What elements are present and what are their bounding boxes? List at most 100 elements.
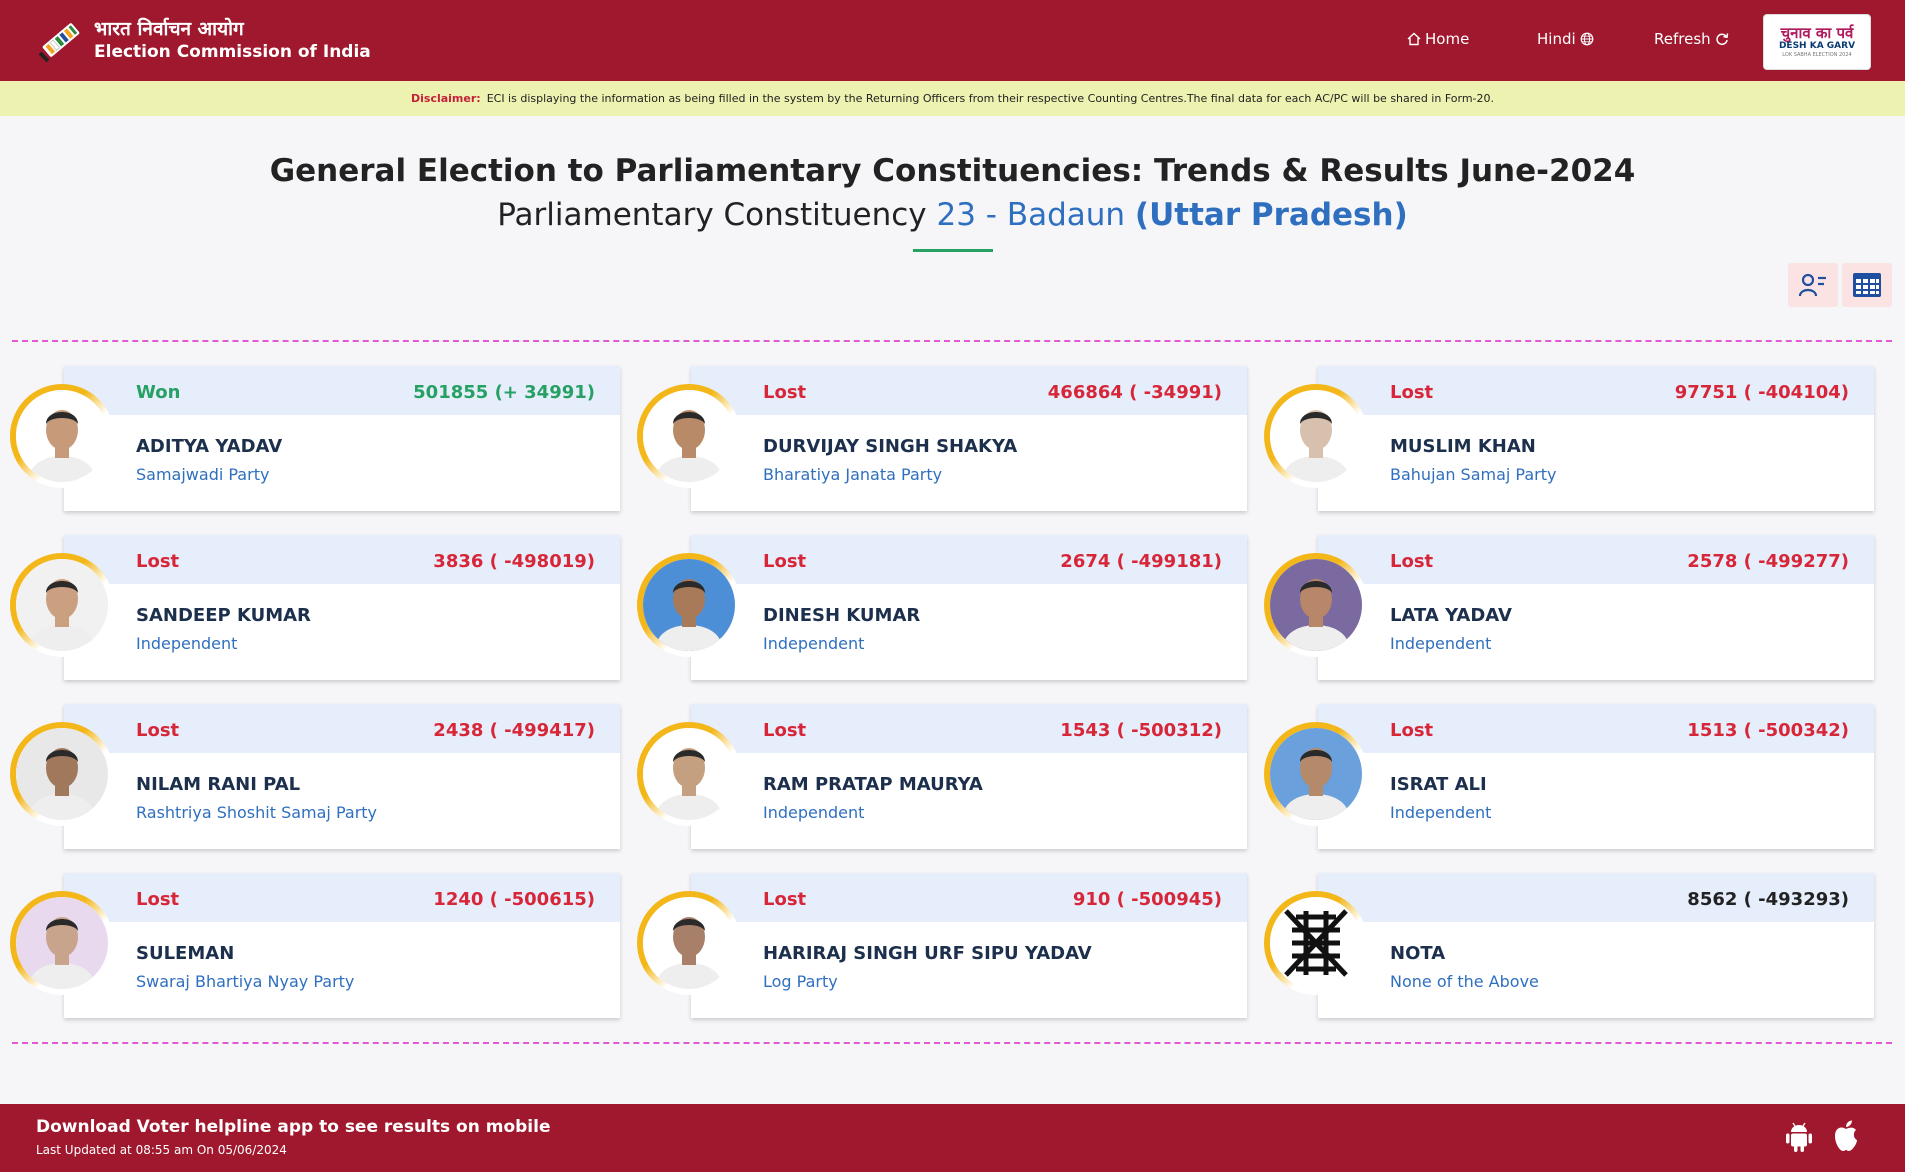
candidate-name: NILAM RANI PAL [136,774,301,795]
state-name: (Uttar Pradesh) [1134,197,1408,233]
globe-icon [1580,32,1594,46]
nota-symbol-avatar [1264,891,1368,995]
result-status: Lost [763,551,807,572]
result-status: Lost [1390,382,1434,403]
person-silhouette-icon [1270,390,1362,482]
constituency-prefix: Parliamentary Constituency [497,197,927,233]
user-list-icon [1798,273,1826,297]
party-name: Independent [763,803,865,822]
candidate-card[interactable]: Lost 1543 ( -500312) RAM PRATAP MAURYA Inde… [691,704,1247,849]
candidate-photo [10,553,114,657]
candidate-card[interactable]: Lost 910 ( -500945) HARIRAJ SINGH URF SIPU… [691,873,1247,1018]
vote-count: 501855 (+ 34991) [413,382,595,403]
eci-brand[interactable]: भारत निर्वाचन आयोग Election Commission o… [34,13,371,67]
brand-hindi-title: भारत निर्वाचन आयोग [94,18,244,40]
candidate-photo [1264,384,1368,488]
party-name: Independent [1390,803,1492,822]
party-name: Independent [1390,634,1492,653]
candidate-name: NOTA [1390,943,1446,964]
constituency-name: 23 - Badaun [936,197,1126,233]
candidate-card[interactable]: Lost 97751 ( -404104) MUSLIM KHAN Bahujan S… [1318,366,1874,511]
candidate-photo [637,384,741,488]
home-icon [1407,32,1421,46]
candidate-card[interactable]: Lost 466864 ( -34991) DURVIJAY SINGH SHAKY… [691,366,1247,511]
candidate-name: SANDEEP KUMAR [136,605,311,626]
nav-hindi-label: Hindi [1537,30,1576,48]
person-silhouette-icon [16,390,108,482]
apple-icon[interactable] [1832,1119,1860,1157]
vote-count: 8562 ( -493293) [1687,889,1849,910]
vote-count: 2578 ( -499277) [1687,551,1849,572]
bottom-divider [12,1042,1892,1044]
nav-hindi-link[interactable]: Hindi [1537,30,1594,48]
nav-refresh-label: Refresh [1654,30,1711,48]
last-updated-text: Last Updated at 08:55 am On 05/06/2024 [36,1143,287,1157]
person-silhouette-icon [643,390,735,482]
person-silhouette-icon [643,897,735,989]
result-status: Lost [1390,551,1434,572]
person-silhouette-icon [16,897,108,989]
badge-hindi-text: चुनाव का पर्व [1780,24,1854,42]
candidate-card[interactable]: Lost 2578 ( -499277) LATA YADAV Independent [1318,535,1874,680]
vote-count: 466864 ( -34991) [1047,382,1222,403]
candidate-name: DURVIJAY SINGH SHAKYA [763,436,1018,457]
candidate-card[interactable]: Lost 2674 ( -499181) DINESH KUMAR Independe… [691,535,1247,680]
nav-home-link[interactable]: Home [1407,30,1469,48]
person-silhouette-icon [16,728,108,820]
person-silhouette-icon [643,559,735,651]
candidate-card[interactable]: Lost 3836 ( -498019) SANDEEP KUMAR Independ… [64,535,620,680]
result-status: Lost [763,720,807,741]
footer: Download Voter helpline app to see resul… [0,1104,1905,1172]
title-underline [913,249,993,252]
desh-ka-garv-logo: चुनाव का पर्व DESH KA GARV LOK SABHA ELE… [1763,14,1871,70]
constituency-title: Parliamentary Constituency 23 - Badaun (… [0,197,1905,233]
badge-english-text: DESH KA GARV [1778,41,1856,51]
result-status: Lost [136,551,180,572]
party-name: Bahujan Samaj Party [1390,465,1557,484]
candidate-card[interactable]: Lost 1513 ( -500342) ISRAT ALI Independent [1318,704,1874,849]
candidate-photo [10,384,114,488]
result-status: Lost [1390,720,1434,741]
candidate-card[interactable]: Lost 2438 ( -499417) NILAM RANI PAL Rashtri… [64,704,620,849]
candidate-photo [637,553,741,657]
candidate-photo [637,891,741,995]
eci-logo-icon [34,13,88,67]
vote-count: 3836 ( -498019) [433,551,595,572]
table-icon [1853,273,1881,297]
candidate-card[interactable]: Lost 1240 ( -500615) SULEMAN Swaraj Bhartiy… [64,873,620,1018]
candidate-photo [1264,553,1368,657]
person-silhouette-icon [1270,559,1362,651]
table-view-button[interactable] [1842,263,1892,307]
result-status: Lost [136,889,180,910]
candidate-photo [637,722,741,826]
candidate-name: RAM PRATAP MAURYA [763,774,983,795]
person-silhouette-icon [643,728,735,820]
vote-count: 2674 ( -499181) [1060,551,1222,572]
card-view-button[interactable] [1788,263,1838,307]
candidate-name: ISRAT ALI [1390,774,1487,795]
result-status: Lost [763,382,807,403]
disclaimer-label: Disclaimer: [411,92,481,105]
candidate-photo [10,722,114,826]
party-name: None of the Above [1390,972,1539,991]
person-silhouette-icon [16,559,108,651]
android-icon[interactable] [1784,1121,1814,1157]
candidate-card[interactable]: 8562 ( -493293) NOTA None of the Above [1318,873,1874,1018]
candidate-name: HARIRAJ SINGH URF SIPU YADAV [763,943,1092,964]
party-name: Independent [136,634,238,653]
brand-english-title: Election Commission of India [94,42,371,62]
refresh-icon [1716,33,1728,46]
candidate-photo [10,891,114,995]
candidate-name: SULEMAN [136,943,235,964]
footer-title: Download Voter helpline app to see resul… [36,1117,551,1137]
candidate-card[interactable]: Won 501855 (+ 34991) ADITYA YADAV Samajwadi… [64,366,620,511]
badge-subtext: LOK SABHA ELECTION 2024 [1782,52,1852,58]
vote-count: 1513 ( -500342) [1687,720,1849,741]
party-name: Bharatiya Janata Party [763,465,943,484]
result-status: Lost [763,889,807,910]
vote-count: 2438 ( -499417) [433,720,595,741]
candidate-photo [1264,722,1368,826]
nav-refresh-button[interactable]: Refresh [1654,30,1729,48]
party-name: Rashtriya Shoshit Samaj Party [136,803,378,822]
result-status: Won [136,382,181,403]
